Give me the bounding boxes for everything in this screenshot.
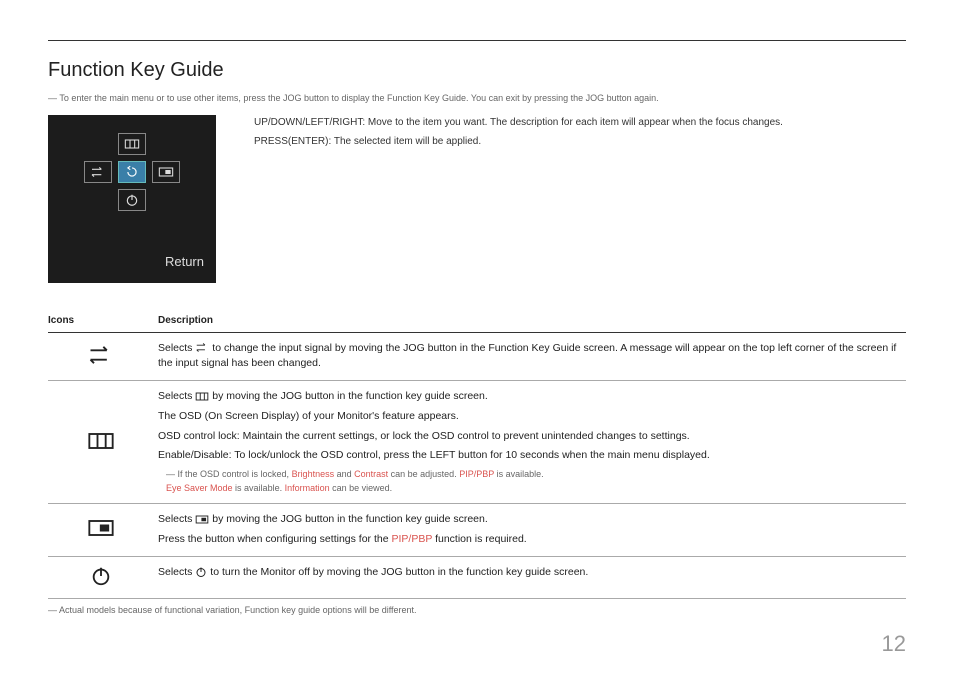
- rule-top: [48, 40, 906, 41]
- pip-icon: [87, 531, 115, 542]
- row4-desc: Selects to turn the Monitor off by movin…: [158, 556, 906, 598]
- jog-center-return[interactable]: [118, 161, 146, 183]
- menu-icon-inline: [195, 391, 209, 402]
- col-description: Description: [158, 309, 906, 333]
- footnote: Actual models because of functional vari…: [48, 605, 906, 615]
- row2-subnote1: If the OSD control is locked, Brightness…: [158, 468, 902, 495]
- menu-icon: [87, 443, 115, 454]
- guide-row: Return UP/DOWN/LEFT/RIGHT: Move to the i…: [48, 115, 906, 283]
- page-number: 12: [882, 631, 906, 657]
- table-row: Selects by moving the JOG button in the …: [48, 504, 906, 557]
- jog-down-power[interactable]: [118, 189, 146, 211]
- row2-desc: Selects by moving the JOG button in the …: [158, 381, 906, 504]
- row4-icon-cell: [48, 556, 158, 598]
- page-title: Function Key Guide: [48, 59, 906, 82]
- row1-desc: Selects to change the input signal by mo…: [158, 332, 906, 381]
- source-icon-inline: [195, 342, 209, 353]
- jog-up-menu[interactable]: [118, 133, 146, 155]
- row3-desc: Selects by moving the JOG button in the …: [158, 504, 906, 557]
- jog-right-pip[interactable]: [152, 161, 180, 183]
- table-row: Selects to turn the Monitor off by movin…: [48, 556, 906, 598]
- power-icon: [87, 579, 115, 590]
- pip-icon-inline: [195, 514, 209, 525]
- jog-left-source[interactable]: [84, 161, 112, 183]
- side-description: UP/DOWN/LEFT/RIGHT: Move to the item you…: [254, 115, 783, 283]
- side-desc-line2: PRESS(ENTER): The selected item will be …: [254, 134, 783, 150]
- table-row: Selects by moving the JOG button in the …: [48, 381, 906, 504]
- icon-table: Icons Description Selects to change the …: [48, 309, 906, 599]
- side-desc-line1: UP/DOWN/LEFT/RIGHT: Move to the item you…: [254, 115, 783, 131]
- row3-icon-cell: [48, 504, 158, 557]
- source-icon: [87, 358, 115, 369]
- col-icons: Icons: [48, 309, 158, 333]
- table-row: Selects to change the input signal by mo…: [48, 332, 906, 381]
- return-label: Return: [165, 254, 204, 269]
- power-icon-inline: [195, 566, 207, 578]
- intro-note: To enter the main menu or to use other i…: [48, 92, 906, 105]
- row2-icon-cell: [48, 381, 158, 504]
- row1-icon-cell: [48, 332, 158, 381]
- jog-panel: Return: [48, 115, 216, 283]
